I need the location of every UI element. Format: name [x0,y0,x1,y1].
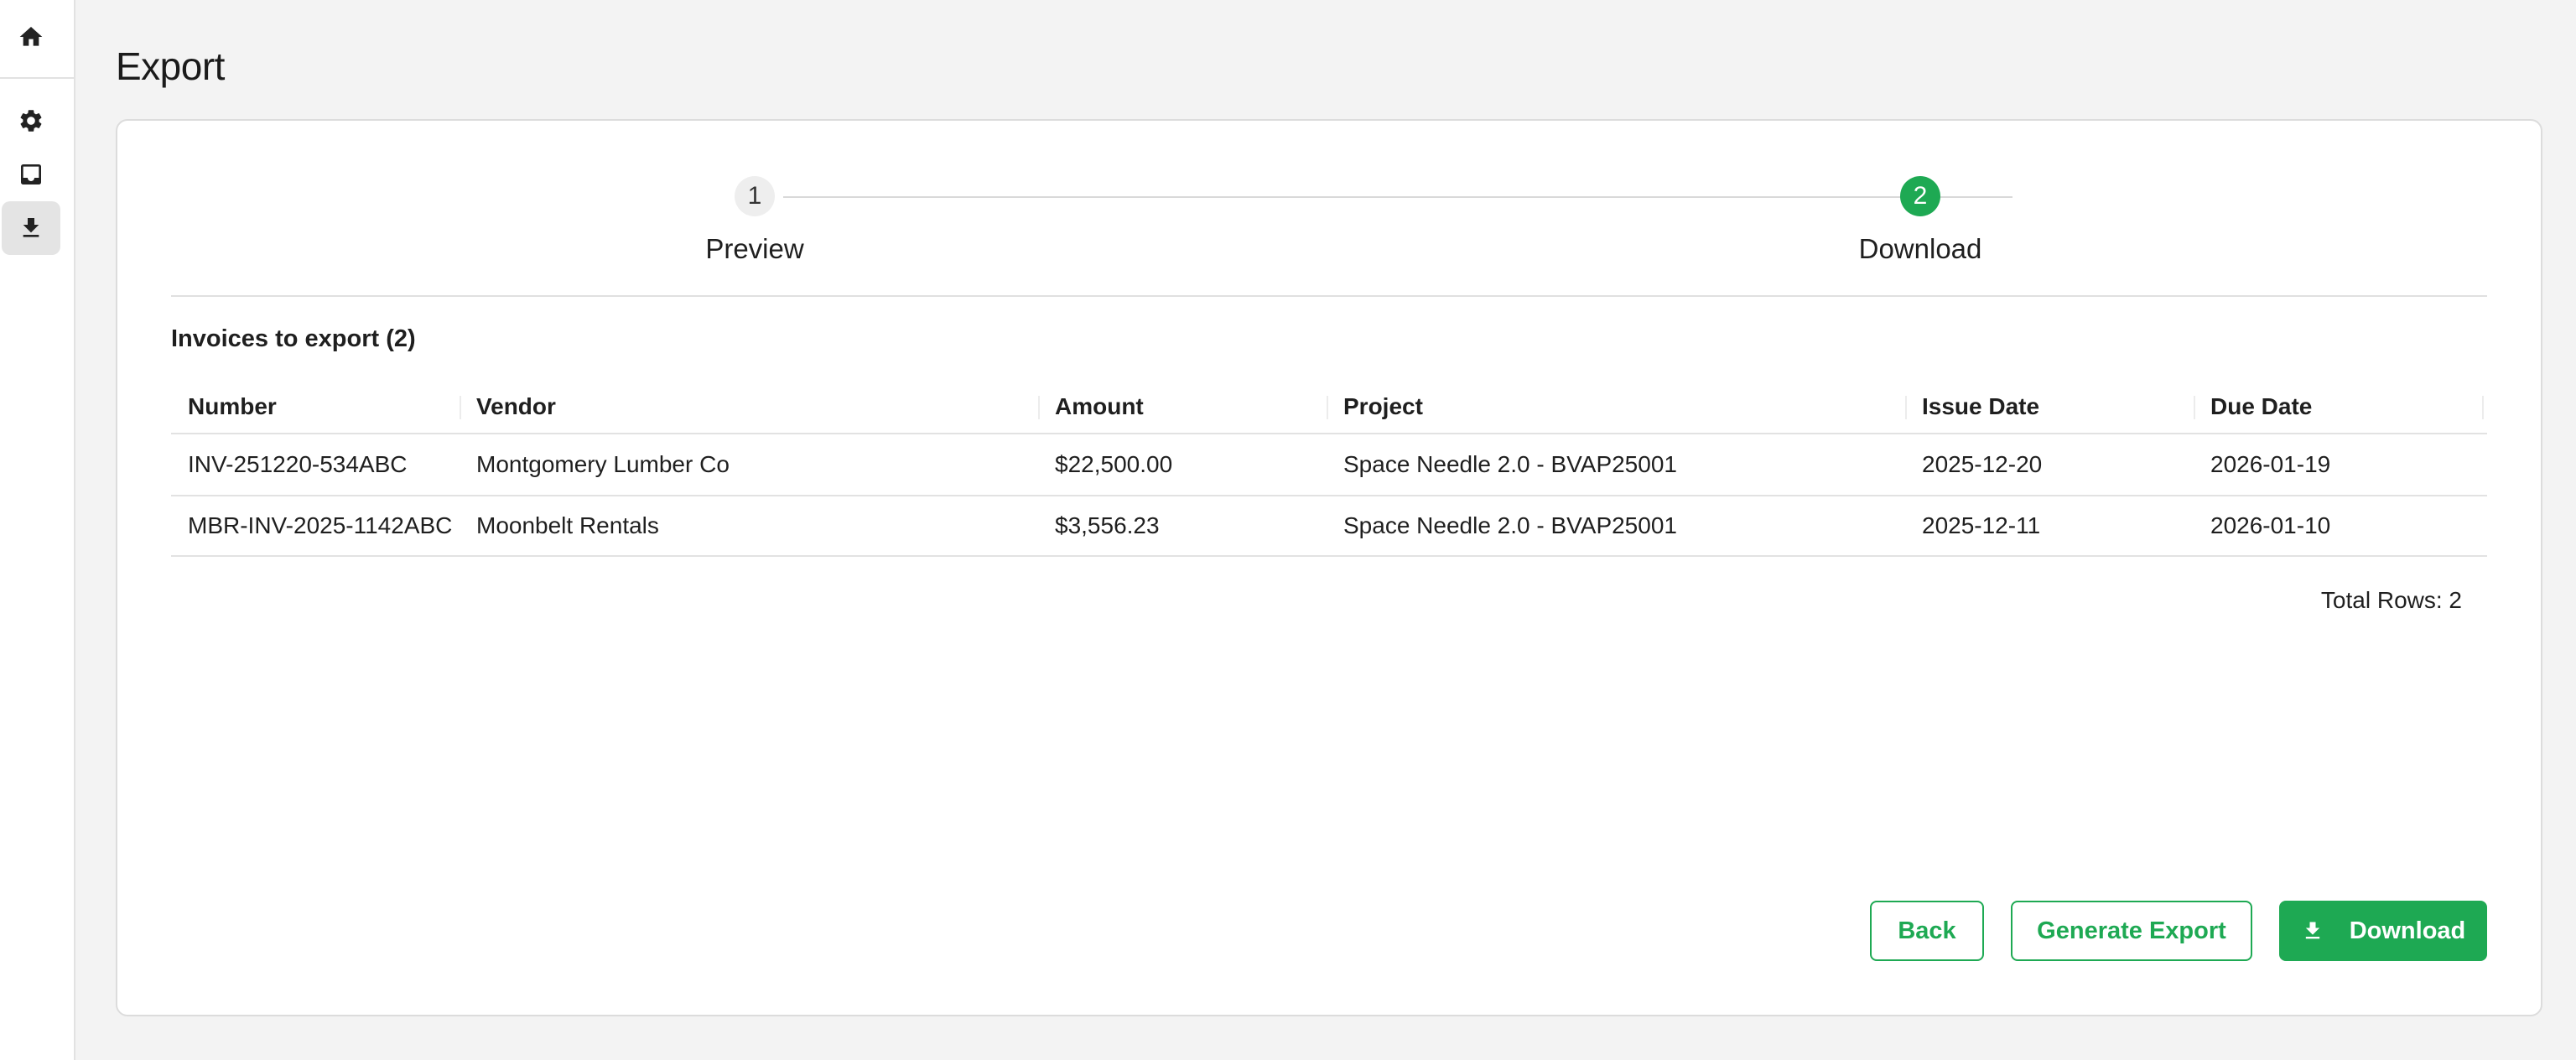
inbox-icon [21,164,41,184]
cell-due-date: 2026-01-19 [2210,451,2331,477]
sidebar-item-settings[interactable] [2,94,60,148]
column-header-project[interactable]: Project [1343,381,1423,433]
generate-export-button[interactable]: Generate Export [2011,901,2252,961]
column-separator[interactable] [1327,396,1328,419]
sidebar-item-home[interactable] [2,10,60,64]
table-row[interactable]: MBR-INV-2025-1142ABC Moonbelt Rentals $3… [171,496,2487,557]
stepper-divider [171,295,2487,297]
back-button[interactable]: Back [1870,901,1984,961]
stepper-connector [783,196,2012,198]
sidebar-item-inbox[interactable] [2,148,60,201]
cell-number: INV-251220-534ABC [188,451,408,477]
column-header-issue-date[interactable]: Issue Date [1922,381,2039,433]
cell-vendor: Montgomery Lumber Co [476,451,730,477]
column-header-number[interactable]: Number [188,381,277,433]
total-rows: Total Rows: 2 [2320,587,2462,613]
sidebar-item-export[interactable] [2,201,60,255]
cell-project: Space Needle 2.0 - BVAP25001 [1343,512,1677,538]
step-2-circle[interactable]: 2 [1900,176,1940,216]
column-separator[interactable] [2194,396,2195,419]
cell-amount: $22,500.00 [1055,451,1173,477]
cell-issue-date: 2025-12-20 [1922,451,2043,477]
page-title: Export [116,44,225,88]
table-header-row: Number Vendor Amount Project Issue Date … [171,381,2487,434]
download-icon [23,218,39,237]
export-card: 1 Preview 2 Download Invoices to export … [116,119,2542,1016]
column-separator[interactable] [1905,396,1907,419]
cell-issue-date: 2025-12-11 [1922,512,2041,538]
cell-project: Space Needle 2.0 - BVAP25001 [1343,451,1677,477]
step-1-label[interactable]: Preview [705,233,803,265]
home-icon [19,27,43,46]
download-button[interactable]: Download [2279,901,2487,961]
sidebar-divider [0,77,74,79]
column-header-amount[interactable]: Amount [1055,381,1144,433]
step-2-label[interactable]: Download [1859,233,1982,265]
column-separator[interactable] [2482,396,2484,419]
column-separator[interactable] [460,396,461,419]
column-header-vendor[interactable]: Vendor [476,381,556,433]
cell-due-date: 2026-01-10 [2210,512,2331,538]
invoices-table: Number Vendor Amount Project Issue Date … [171,381,2487,557]
sidebar [0,0,75,1060]
cell-vendor: Moonbelt Rentals [476,512,659,538]
section-title: Invoices to export (2) [171,325,416,352]
cell-amount: $3,556.23 [1055,512,1160,538]
download-icon [2305,922,2319,939]
table-row[interactable]: INV-251220-534ABC Montgomery Lumber Co $… [171,434,2487,496]
gear-icon [20,110,42,132]
cell-number: MBR-INV-2025-1142ABC [188,512,453,538]
column-header-due-date[interactable]: Due Date [2210,381,2312,433]
step-1-circle[interactable]: 1 [735,176,775,216]
download-button-label: Download [2349,917,2466,944]
column-separator[interactable] [1038,396,1040,419]
